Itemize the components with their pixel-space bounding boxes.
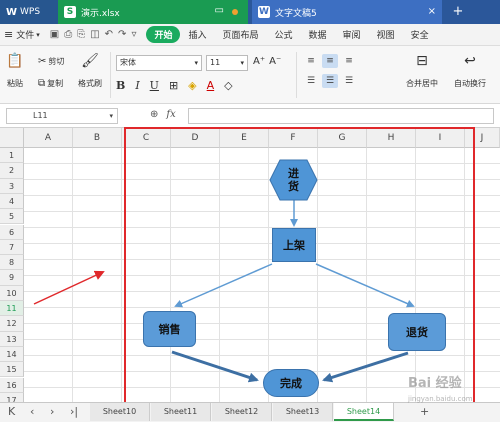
watermark-text: Bai 经验 xyxy=(408,376,462,391)
sheet-tab-sheet13[interactable]: Sheet13 xyxy=(273,403,333,421)
sheet-tab-sheet14[interactable]: Sheet14 xyxy=(334,403,394,421)
red-pointer-arrow xyxy=(33,270,105,305)
node-done[interactable]: 完成 xyxy=(263,369,319,397)
flowchart-connectors xyxy=(33,159,415,383)
node-shelf-label: 上架 xyxy=(283,239,305,252)
add-sheet-button[interactable]: + xyxy=(420,405,429,418)
prev-sheet-icon[interactable]: ‹ xyxy=(30,405,34,418)
sheet-tab-sheet11[interactable]: Sheet11 xyxy=(151,403,211,421)
watermark-url: jingyan.baidu.com xyxy=(408,395,473,403)
node-stock[interactable]: 进货 xyxy=(280,160,307,200)
sheet-tab-sheet10[interactable]: Sheet10 xyxy=(90,403,150,421)
node-done-label: 完成 xyxy=(280,377,302,390)
arrow-shelf-to-sales xyxy=(174,263,273,308)
node-stock-label: 进货 xyxy=(288,167,299,193)
last-sheet-icon[interactable]: ›| xyxy=(70,405,78,418)
first-sheet-icon[interactable]: K xyxy=(8,405,15,418)
arrow-shelf-to-return xyxy=(315,263,415,308)
node-return-label: 退货 xyxy=(406,326,428,339)
node-shelf[interactable]: 上架 xyxy=(272,228,316,262)
node-sales-label: 销售 xyxy=(158,323,181,336)
next-sheet-icon[interactable]: › xyxy=(50,405,54,418)
node-return[interactable]: 退货 xyxy=(388,313,446,351)
sheet-tab-sheet12[interactable]: Sheet12 xyxy=(212,403,272,421)
node-sales[interactable]: 销售 xyxy=(143,311,196,347)
arrow-return-to-done xyxy=(322,351,409,383)
arrow-sales-to-done xyxy=(171,350,259,383)
